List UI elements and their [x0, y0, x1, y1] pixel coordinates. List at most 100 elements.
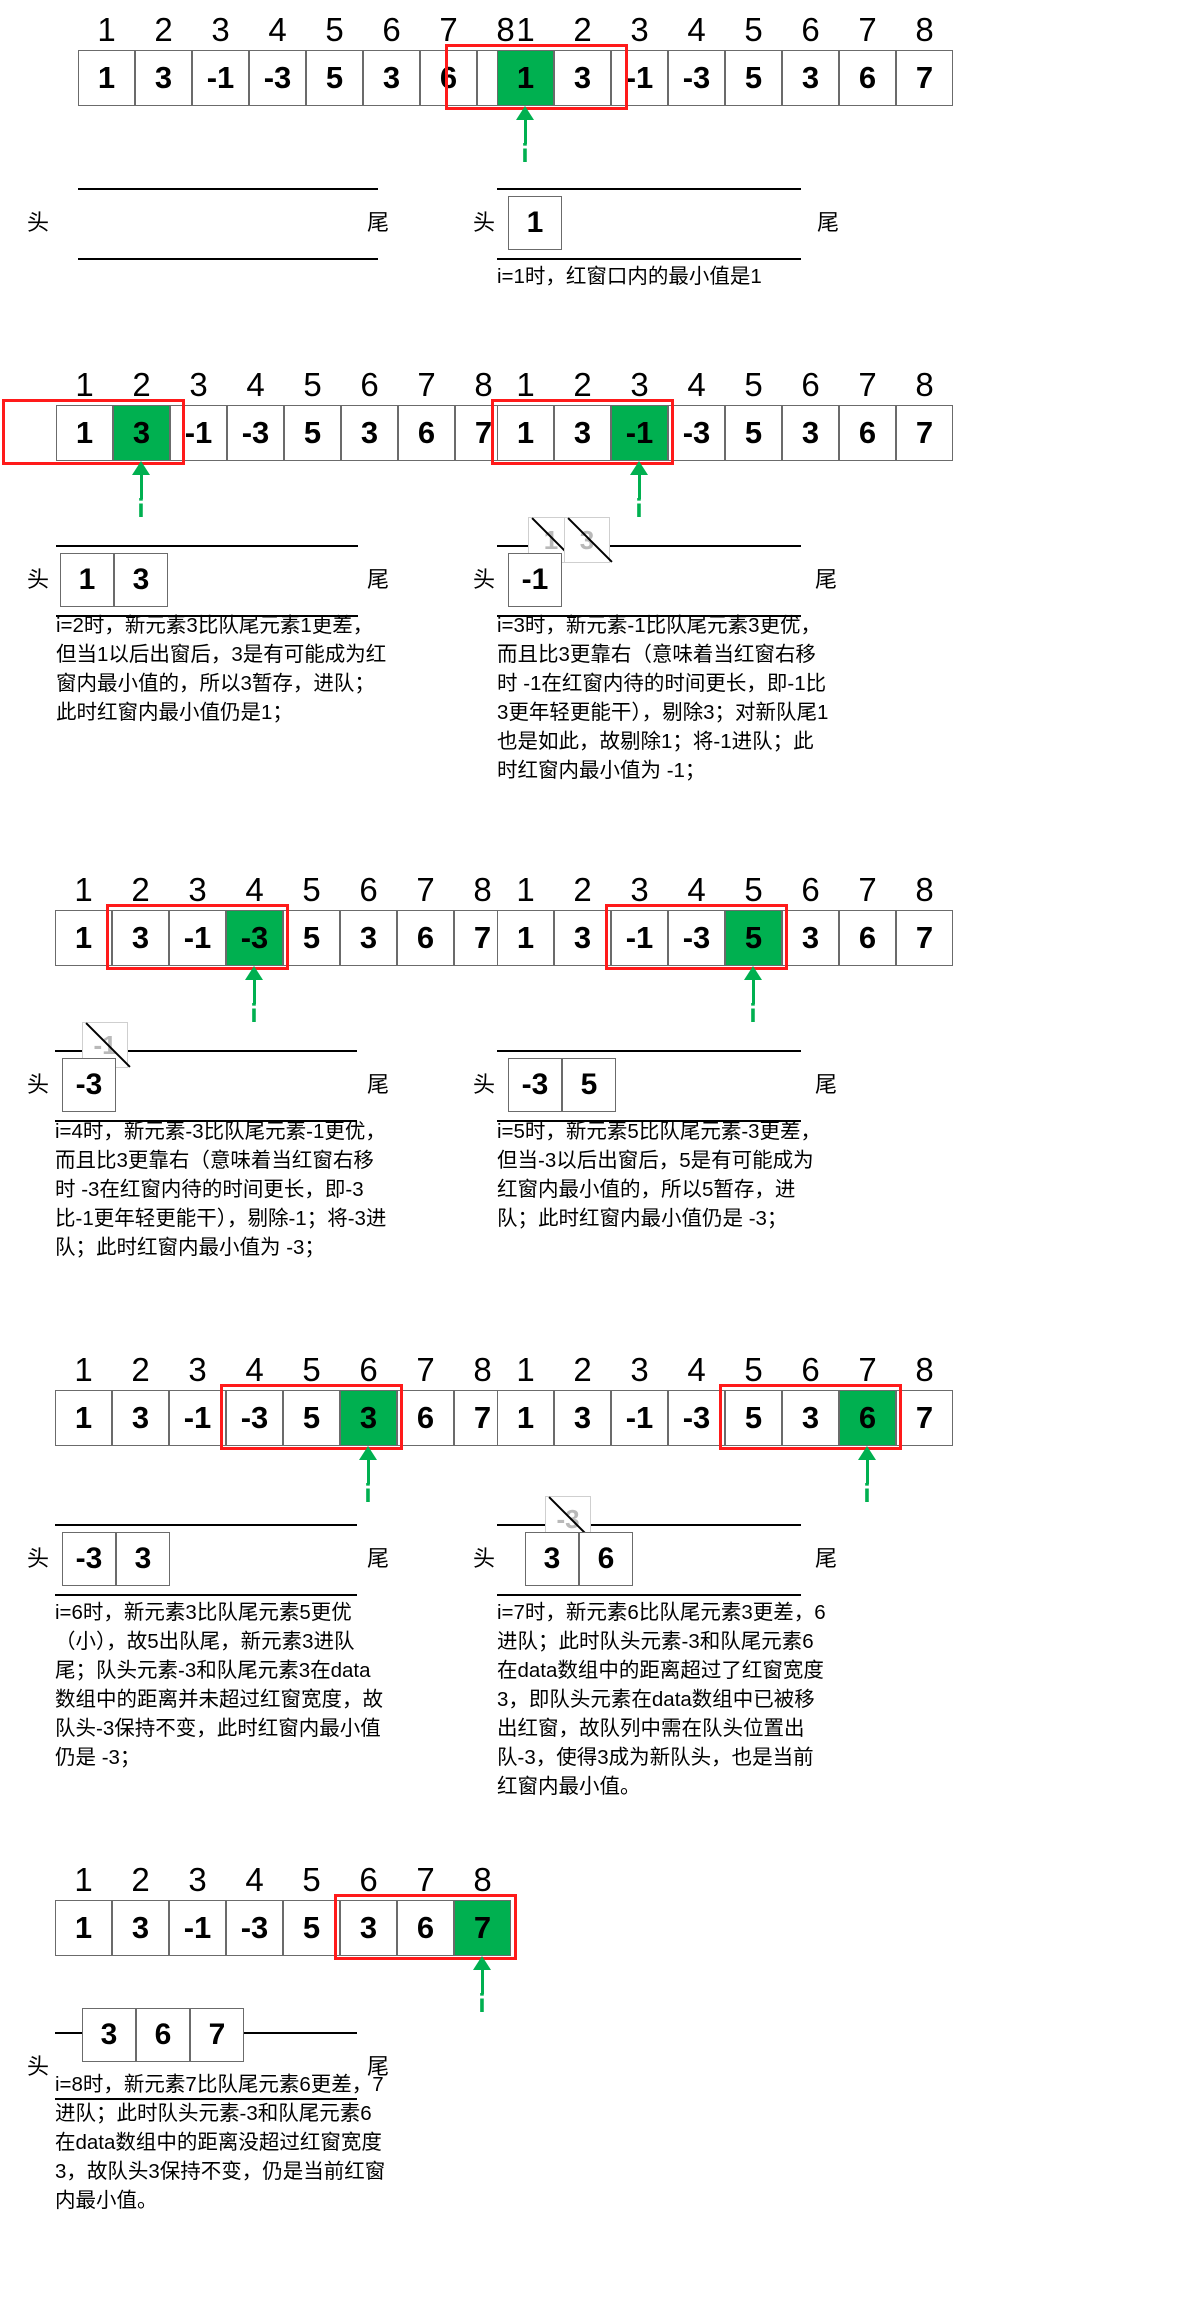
- pointer-arrow-icon: i: [131, 461, 151, 527]
- index-label: 6: [801, 871, 820, 908]
- index-label: 7: [416, 871, 435, 908]
- array-cell: -3: [226, 1900, 283, 1956]
- array-cell: 7: [896, 910, 953, 966]
- step-description: i=2时，新元素3比队尾元素1更差，但当1以后出窗后，3是有可能成为红窗内最小值…: [56, 614, 387, 724]
- pointer-arrow-icon: i: [472, 1956, 492, 2022]
- queue-item: -3: [62, 1058, 116, 1112]
- array-cell: 1: [497, 1390, 554, 1446]
- array-cell: 5: [284, 405, 341, 461]
- removed-queue-item: 3: [564, 517, 613, 563]
- queue-tail-label: 尾: [815, 567, 838, 592]
- queue-bottom-line: [78, 258, 378, 260]
- array-cell: 7: [896, 405, 953, 461]
- queue-item: 3: [114, 553, 168, 607]
- index-label: 7: [417, 366, 436, 403]
- index-label: 5: [303, 366, 322, 403]
- queue-top-line: [497, 188, 801, 190]
- index-label: 5: [744, 366, 763, 403]
- sliding-window-frame: [220, 1384, 403, 1450]
- index-label: 3: [188, 1351, 207, 1388]
- array-cell: 1: [55, 1900, 112, 1956]
- pointer-label: i: [635, 493, 643, 523]
- sliding-window-frame: [491, 399, 674, 465]
- array-cell: -1: [169, 1900, 226, 1956]
- index-label: 5: [302, 1861, 321, 1898]
- pointer-label: i: [364, 1478, 372, 1508]
- array-cell: 3: [782, 405, 839, 461]
- sliding-window-frame: [106, 904, 289, 970]
- queue-item: 6: [136, 2008, 190, 2062]
- index-label: 1: [97, 11, 116, 48]
- array-cell: 3: [554, 1390, 611, 1446]
- index-label: 3: [630, 1351, 649, 1388]
- queue-bottom-line: [497, 1594, 801, 1596]
- step-description: i=5时，新元素5比队尾元素-3更差，但当-3以后出窗后，5是有可能成为红窗内最…: [497, 1120, 822, 1230]
- array-cell: 3: [135, 50, 192, 106]
- index-label: 4: [687, 11, 706, 48]
- queue-item: -3: [508, 1058, 562, 1112]
- index-label: 7: [858, 366, 877, 403]
- array-cell: 1: [497, 910, 554, 966]
- index-label: 1: [516, 871, 535, 908]
- array-cell: 1: [55, 1390, 112, 1446]
- step-description: i=6时，新元素3比队尾元素5更优（小），故5出队尾，新元素3进队尾；队头元素-…: [55, 1601, 383, 1769]
- step-description: i=8时，新元素7比队尾元素6更差，7进队；此时队头元素-3和队尾元素6在dat…: [55, 2073, 386, 2212]
- index-label: 6: [360, 366, 379, 403]
- index-label: 6: [801, 11, 820, 48]
- step-panel-4: 1 2 3 4 5 6 7 8 1 3 -1 -3 5 3 6 7 i 头尾 1 3 -1 i=3时，新元素-1比队尾元素…: [465, 365, 1025, 805]
- queue-bottom-line: [55, 1594, 357, 1596]
- array-cell: -3: [668, 405, 725, 461]
- pointer-label: i: [863, 1478, 871, 1508]
- queue-tail-label: 尾: [815, 1546, 838, 1571]
- array-cell: 3: [112, 1390, 169, 1446]
- queue-item: 5: [562, 1058, 616, 1112]
- array-cell: 6: [839, 910, 896, 966]
- index-label: 8: [915, 11, 934, 48]
- index-label: 7: [858, 11, 877, 48]
- array-cell: -1: [169, 1390, 226, 1446]
- pointer-label: i: [250, 998, 258, 1028]
- queue-item: 3: [82, 2008, 136, 2062]
- index-label: 3: [211, 11, 230, 48]
- array-cell: 6: [397, 1390, 454, 1446]
- queue-head-label: 头: [473, 1072, 496, 1097]
- array-cell: -3: [227, 405, 284, 461]
- queue-item: 3: [116, 1532, 170, 1586]
- index-label: 8: [915, 1351, 934, 1388]
- array-cell: 6: [398, 405, 455, 461]
- queue-top-line: [55, 1524, 357, 1526]
- array-cell: -1: [192, 50, 249, 106]
- sliding-window-frame: [719, 1384, 902, 1450]
- index-label: 7: [858, 871, 877, 908]
- queue-tail-label: 尾: [367, 1072, 390, 1097]
- pointer-label: i: [478, 1988, 486, 2018]
- sliding-window-frame: [2, 399, 185, 465]
- pointer-arrow-icon: i: [857, 1446, 877, 1512]
- array-cell: 1: [55, 910, 112, 966]
- index-label: 8: [915, 366, 934, 403]
- index-label: 2: [131, 1861, 150, 1898]
- queue-item: 3: [525, 1532, 579, 1586]
- pointer-label: i: [749, 998, 757, 1028]
- sliding-window-frame: [334, 1894, 517, 1960]
- queue-item: 7: [190, 2008, 244, 2062]
- queue-head-label: 头: [27, 567, 50, 592]
- array-cell: 3: [341, 405, 398, 461]
- pointer-label: i: [521, 138, 529, 168]
- queue-top-line: [78, 188, 378, 190]
- queue-item: 6: [579, 1532, 633, 1586]
- index-label: 8: [915, 871, 934, 908]
- step-description: i=4时，新元素-3比队尾元素-1更优，而且比3更靠右（意味着当红窗右移时 -3…: [55, 1120, 387, 1259]
- queue-head-label: 头: [27, 210, 50, 235]
- index-label: 2: [131, 1351, 150, 1388]
- queue-tail-label: 尾: [367, 210, 390, 235]
- step-description: i=7时，新元素6比队尾元素3更差，6进队；此时队头元素-3和队尾元素6在dat…: [497, 1601, 826, 1798]
- queue-item: -3: [62, 1532, 116, 1586]
- array-cell: 6: [397, 910, 454, 966]
- queue-tail-label: 尾: [815, 1072, 838, 1097]
- pointer-label: i: [137, 493, 145, 523]
- queue-head-label: 头: [27, 2054, 50, 2079]
- array-cell: -3: [668, 50, 725, 106]
- index-label: 6: [801, 366, 820, 403]
- step-panel-6: 1 2 3 4 5 6 7 8 1 3 -1 -3 5 3 6 7 i 头尾 -3 5 i=5时，新元素5比队尾元素-3…: [465, 870, 1025, 1310]
